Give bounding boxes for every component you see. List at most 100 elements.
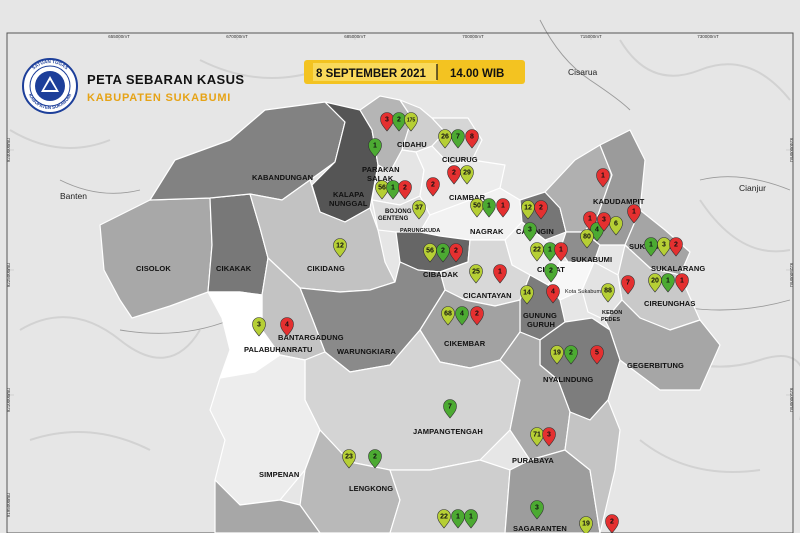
tick-right: 9225000mU (789, 263, 794, 288)
pin-case-count: 1 (601, 173, 605, 180)
date-banner: 8 SEPTEMBER 2021 14.00 WIB (304, 60, 525, 84)
pin-case-count: 20 (651, 278, 659, 285)
label-cisarua: Cisarua (568, 67, 598, 77)
district-south-center[interactable] (389, 459, 511, 533)
pin-case-count: 19 (553, 350, 561, 357)
pin-case-count: 37 (415, 205, 423, 212)
tick-top: 730000mT (697, 34, 719, 39)
pin-case-count: 1 (487, 203, 491, 210)
pin-case-count: 50 (473, 203, 481, 210)
pin-case-count: 4 (285, 322, 289, 329)
pin-case-count: 4 (595, 227, 599, 234)
district-label-cicurug: CICURUG (442, 155, 478, 164)
pin-case-count: 1 (548, 247, 552, 254)
pin-case-count: 1 (391, 185, 395, 192)
pin-case-count: 4 (551, 289, 555, 296)
district-label-lengkong: LENGKONG (349, 484, 393, 493)
tick-left: 9195000mU (6, 493, 11, 518)
pin-case-count: 29 (463, 170, 471, 177)
pin-case-count: 19 (582, 521, 590, 528)
pin-case-count: 3 (547, 432, 551, 439)
tick-right: 9240000mU (789, 138, 794, 163)
pin-case-count: 3 (602, 217, 606, 224)
date-text: 8 SEPTEMBER 2021 (316, 68, 427, 80)
pin-case-count: 2 (539, 205, 543, 212)
district-label-cikakak: CIKAKAK (216, 264, 252, 273)
district-label-kebonpedes: KEBON PEDES (601, 310, 622, 323)
district-label-cireunghas: CIREUNGHAS (644, 299, 695, 308)
pin-case-count: 175 (407, 118, 416, 124)
pin-case-count: 26 (441, 134, 449, 141)
pin-case-count: 1 (666, 278, 670, 285)
pin-case-count: 1 (680, 278, 684, 285)
pin-case-count: 7 (456, 134, 460, 141)
district-label-cidahu: CIDAHU (397, 140, 427, 149)
tick-top: 685000mT (344, 34, 366, 39)
district-label-sukabumi: SUKABUMI (571, 255, 612, 264)
pin-case-count: 2 (441, 248, 445, 255)
tick-left: 9240000mU (6, 138, 11, 163)
tick-top: 715000mT (580, 34, 602, 39)
district-label-purabaya: PURABAYA (512, 456, 554, 465)
pin-case-count: 2 (403, 185, 407, 192)
pin-case-count: 1 (469, 514, 473, 521)
pin-case-count: 2 (454, 248, 458, 255)
district-label-parungkuda: PARUNGKUDA (400, 228, 440, 234)
pin-case-count: 1 (373, 143, 377, 150)
pin-case-count: 2 (373, 454, 377, 461)
district-label-gegerbitung: GEGERBITUNG (627, 361, 684, 370)
district-label-jampangtengah: JAMPANGTENGAH (413, 427, 483, 436)
tick-top: 700000mT (462, 34, 484, 39)
map-title: PETA SEBARAN KASUS (87, 72, 244, 87)
district-label-cikidang: CIKIDANG (307, 264, 345, 273)
pin-case-count: 3 (535, 505, 539, 512)
district-label-palabuhanratu: PALABUHANRATU (244, 345, 313, 354)
district-label-cibadak: CIBADAK (423, 270, 459, 279)
pin-case-count: 2 (431, 182, 435, 189)
pin-case-count: 1 (649, 242, 653, 249)
pin-case-count: 7 (626, 280, 630, 287)
pin-case-count: 12 (336, 243, 344, 250)
pin-case-count: 88 (604, 288, 612, 295)
pin-case-count: 2 (610, 519, 614, 526)
district-label-gunungguruh: GUNUNG GURUH (523, 311, 557, 329)
district-label-cisolok: CISOLOK (136, 264, 171, 273)
tick-left: 9210000mU (6, 388, 11, 413)
pin-case-count: 5 (595, 350, 599, 357)
pin-case-count: 1 (498, 269, 502, 276)
pin-case-count: 3 (257, 322, 261, 329)
district-label-warungkiara: WARUNGKIARA (337, 347, 396, 356)
pin-case-count: 6 (614, 221, 618, 228)
tick-top: 670000mT (226, 34, 248, 39)
pin-case-count: 4 (460, 311, 464, 318)
district-label-simpenan: SIMPENAN (259, 470, 299, 479)
district-label-kadudampit: KADUDAMPIT (593, 197, 645, 206)
pin-case-count: 68 (444, 311, 452, 318)
pin-case-count: 3 (528, 227, 532, 234)
pin-case-count: 3 (385, 117, 389, 124)
district-label-nagrak: NAGRAK (470, 227, 504, 236)
district-label-sagaranten: SAGARANTEN (513, 524, 567, 533)
pin-case-count: 1 (456, 514, 460, 521)
district-label-sukalarang: SUKALARANG (651, 264, 705, 273)
pin-case-count: 1 (501, 203, 505, 210)
pin-case-count: 1 (632, 209, 636, 216)
map-subtitle: KABUPATEN SUKABUMI (87, 92, 231, 104)
pin-case-count: 14 (523, 290, 531, 297)
case-distribution-map: 655000mT 670000mT 685000mT 700000mT 7150… (0, 0, 800, 533)
task-force-logo: SATUAN TUGAS KABUPATEN SUKABUMI (22, 58, 78, 114)
pin-case-count: 7 (448, 404, 452, 411)
district-label-cikembar: CIKEMBAR (444, 339, 486, 348)
pin-case-count: 25 (472, 269, 480, 276)
pin-case-count: 56 (426, 248, 434, 255)
pin-case-count: 22 (533, 247, 541, 254)
pin-case-count: 71 (533, 432, 541, 439)
pin-case-count: 2 (549, 268, 553, 275)
pin-case-count: 23 (345, 454, 353, 461)
pin-case-count: 3 (662, 242, 666, 249)
pin-case-count: 2 (452, 170, 456, 177)
district-label-kabandungan: KABANDUNGAN (252, 173, 313, 182)
pin-case-count: 2 (674, 242, 678, 249)
tick-top: 655000mT (108, 34, 130, 39)
label-kota-sukabumi: Kota Sukabumi (565, 289, 602, 295)
